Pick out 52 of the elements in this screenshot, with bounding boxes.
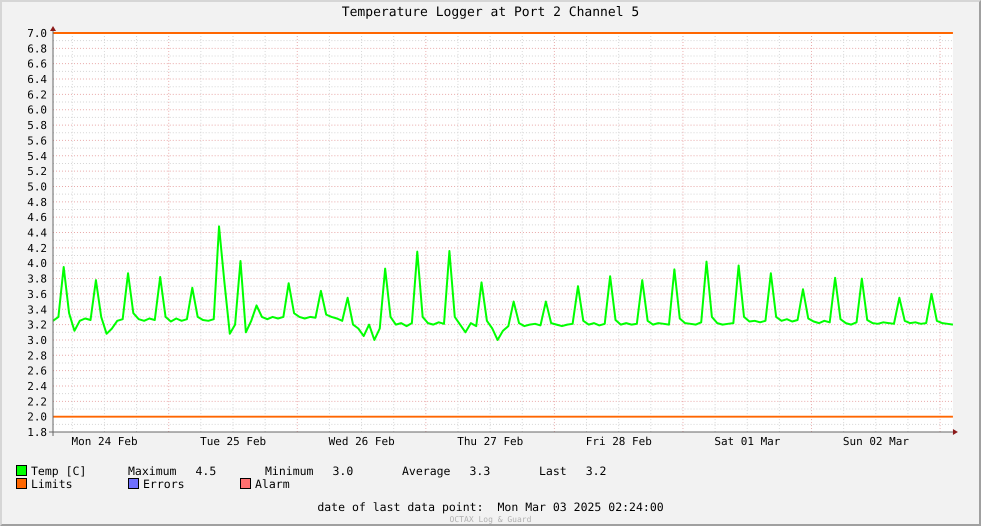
y-tick-label: 2.2 [27,395,48,408]
legend-label: Errors [143,476,185,490]
legend-label: Alarm [255,476,290,490]
legend-label: Temp [C] [31,464,86,478]
stat-value: 3.3 [469,464,490,478]
y-tick-label: 2.8 [27,349,48,362]
y-tick-label: 2.6 [27,364,48,378]
stat-value: 3.2 [586,464,606,478]
legend-swatch [16,465,27,476]
y-tick-label: 5.0 [27,180,48,194]
y-tick-label: 5.4 [27,150,48,163]
y-tick-label: 3.8 [27,272,48,286]
last-data-label: date of last data point: [317,500,484,514]
y-tick-label: 4.2 [27,242,48,255]
x-tick-label: Mon 24 Feb [72,435,138,448]
credit-text: OCTAX Log & Guard [448,515,532,524]
y-tick-label: 4.4 [27,226,48,240]
y-tick-label: 7.0 [27,26,48,40]
y-tick-label: 6.6 [27,58,48,71]
x-tick-label: Sun 02 Mar [842,435,909,448]
x-tick-label: Fri 28 Feb [586,435,652,448]
y-tick-label: 5.6 [27,134,48,148]
y-tick-label: 3.2 [27,318,48,332]
x-tick-label: Thu 27 Feb [457,435,524,448]
y-tick-label: 5.8 [27,119,48,132]
y-tick-label: 5.2 [27,165,48,178]
y-tick-label: 1.8 [27,426,48,440]
last-data-date: Mon Mar 03 2025 02:24:00 [498,500,664,514]
y-tick-label: 3.0 [27,334,48,347]
stat-value: 3.0 [332,464,354,478]
y-tick-label: 4.6 [27,211,48,224]
stat-label: Average [402,464,450,478]
y-tick-label: 6.8 [27,42,48,56]
y-tick-label: 4.8 [27,196,48,209]
legend-label: Limits [31,476,73,490]
chart-title: Temperature Logger at Port 2 Channel 5 [340,4,640,22]
y-tick-label: 2.4 [27,380,48,393]
stat-value: 4.5 [195,464,216,478]
x-tick-label: Tue 25 Feb [200,435,266,448]
stat-label: Last [539,464,567,478]
y-tick-label: 4.0 [27,257,48,270]
y-tick-label: 6.2 [27,88,48,102]
y-tick-label: 6.4 [27,73,48,86]
y-tick-label: 6.0 [27,104,48,117]
x-tick-label: Sat 01 Mar [714,435,780,448]
y-tick-label: 2.0 [27,410,48,424]
y-tick-label: 3.4 [27,303,48,316]
x-tick-label: Wed 26 Feb [328,435,395,448]
y-tick-label: 3.6 [27,288,48,301]
stat-label: Minimum [265,464,314,478]
legend-swatch [16,478,27,489]
stat-label: Maximum [128,464,176,478]
